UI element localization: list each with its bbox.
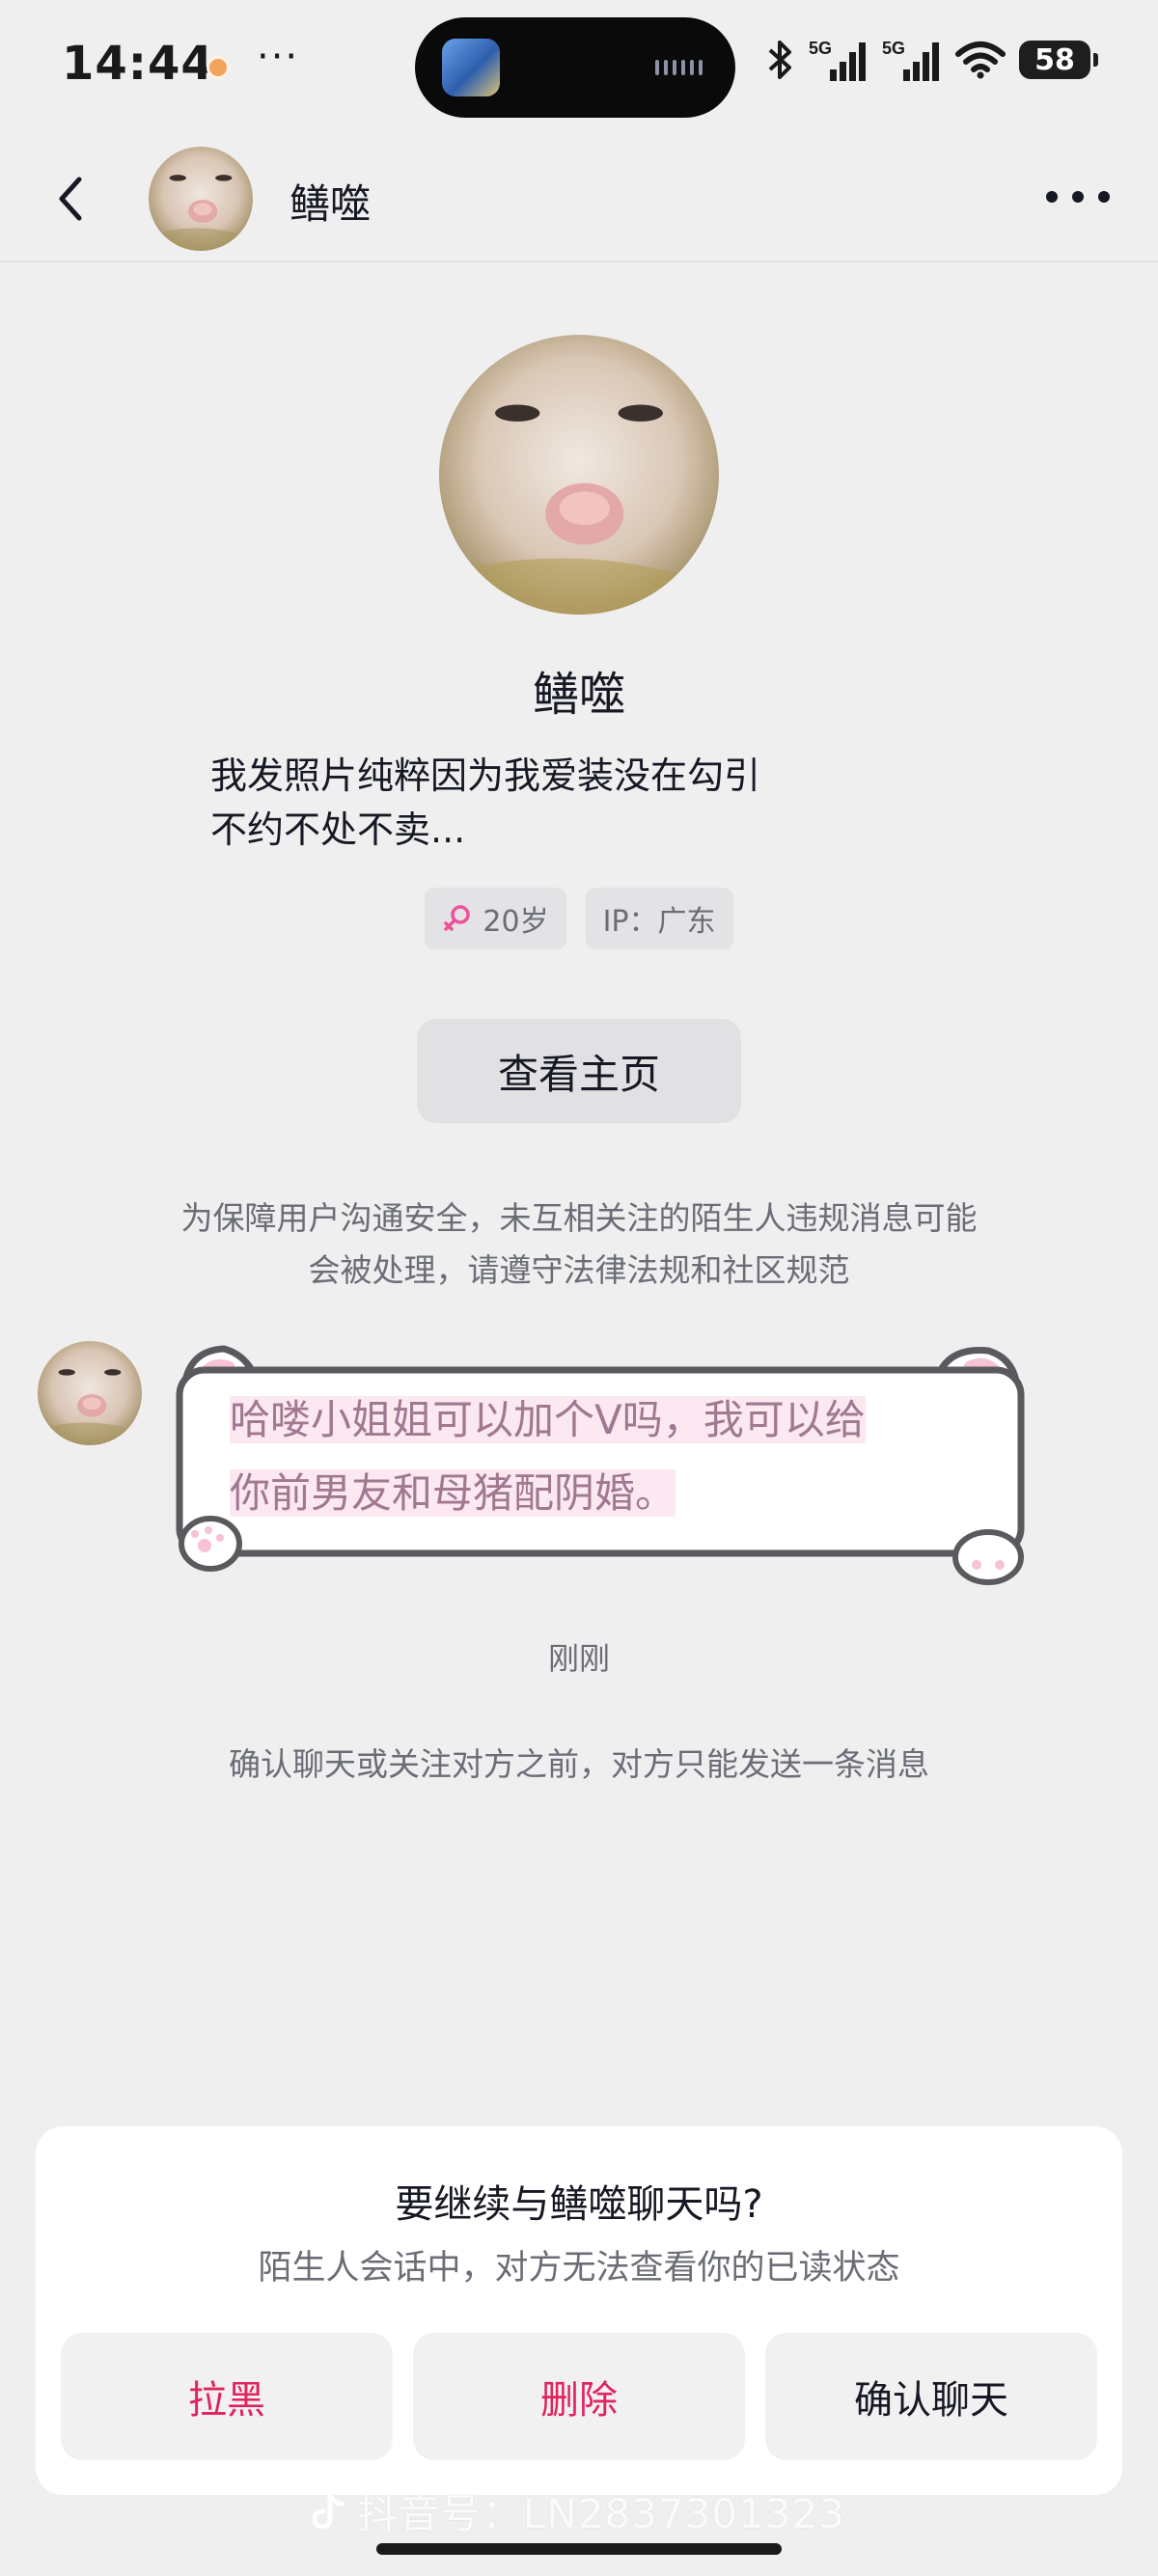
notice-line-1: 为保障用户沟通安全，未互相关注的陌生人违规消息可能 [180,1199,978,1237]
message-text: 哈喽小姐姐可以加个V吗，我可以给 你前男友和母猪配阴婚。 [230,1384,963,1530]
profile-tags: 20岁 IP：广东 [0,888,1158,949]
chat-screen: 14:44 ··· 5G 5G 58 鳝噬 鳝噬 我发照片纯粹因为我爱装没在勾引… [0,0,1158,2576]
message-line-1: 哈喽小姐姐可以加个V吗，我可以给 [230,1396,866,1443]
status-bar: 14:44 ··· 5G 5G 58 [0,0,1158,135]
age-tag: 20岁 [425,888,566,949]
network-5g-label-1: 5G [809,39,832,58]
message-bubble[interactable]: 哈喽小姐姐可以加个V吗，我可以给 你前男友和母猪配阴婚。 [166,1337,1034,1586]
hamster-photo [439,335,719,615]
message-limit-notice: 确认聊天或关注对方之前，对方只能发送一条消息 [229,1745,929,1783]
stranger-chat-prompt: 要继续与鳝噬聊天吗? 陌生人会话中，对方无法查看你的已读状态 拉黑 删除 确认聊… [36,2126,1122,2495]
notification-app-icon [207,56,230,79]
profile-bio: 我发照片纯粹因为我爱装没在勾引 不约不处不卖... [210,749,760,857]
profile-name: 鳝噬 [532,668,625,722]
message-timestamp: 刚刚 [547,1640,610,1677]
ip-tag: IP：广东 [585,888,733,949]
header-title[interactable]: 鳝噬 [290,172,371,231]
signal-icon: 5G [882,37,942,83]
status-time: 14:44 [62,37,214,91]
bio-line-1: 我发照片纯粹因为我爱装没在勾引 [210,754,761,797]
message-line-2: 你前男友和母猪配阴婚。 [230,1469,676,1517]
hamster-photo [38,1341,142,1445]
home-indicator[interactable] [376,2543,782,2555]
audio-wave-icon [655,60,703,75]
dynamic-island[interactable] [415,17,735,118]
battery-icon: 58 [1019,41,1098,79]
avatar[interactable] [149,147,253,251]
bio-line-2: 不约不处不卖... [210,808,466,851]
prompt-title: 要继续与鳝噬聊天吗? [395,2182,763,2227]
confirm-chat-button[interactable]: 确认聊天 [765,2333,1097,2460]
prompt-subtitle: 陌生人会话中，对方无法查看你的已读状态 [258,2249,900,2288]
sender-avatar[interactable] [38,1341,142,1445]
age-tag-label: 20岁 [482,905,549,939]
profile-avatar[interactable] [439,335,719,615]
status-icons: 5G 5G 58 [766,37,1098,83]
watermark-text: 抖音号：LN2837301323 [357,2490,846,2537]
status-more-icon: ··· [257,35,300,79]
more-horizontal-icon [1046,191,1058,203]
network-5g-label-2: 5G [882,39,905,58]
female-icon [444,905,471,931]
notice-line-2: 会被处理，请遵守法律法规和社区规范 [308,1251,850,1289]
game-app-icon [442,39,500,96]
more-options-button[interactable] [1046,185,1110,208]
wifi-icon [955,41,1006,79]
block-button[interactable]: 拉黑 [61,2333,393,2460]
watermark: 抖音号：LN2837301323 [309,2481,845,2540]
bluetooth-icon [768,41,791,79]
tiktok-logo-icon [312,2491,345,2530]
safety-notice: 为保障用户沟通安全，未互相关注的陌生人违规消息可能 会被处理，请遵守法律法规和社… [0,1192,1158,1297]
chat-header: 鳝噬 [0,135,1158,262]
back-button[interactable] [50,174,96,224]
ip-tag-label: IP：广东 [602,905,716,939]
hamster-photo [149,147,253,251]
delete-button[interactable]: 删除 [413,2333,745,2460]
view-homepage-button[interactable]: 查看主页 [417,1019,741,1123]
signal-icon: 5G [809,37,868,83]
